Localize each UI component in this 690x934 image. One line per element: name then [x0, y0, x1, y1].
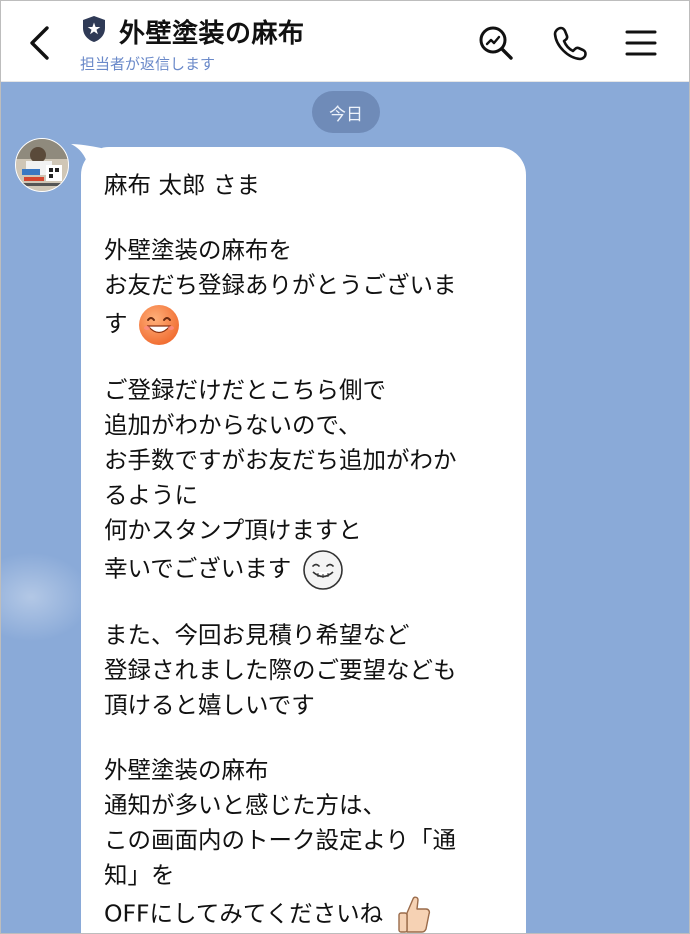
text-line-with-emoji: 幸いでございます	[104, 548, 509, 590]
menu-button[interactable]	[621, 23, 661, 63]
text-line: 追加がわからないので、	[104, 411, 362, 439]
date-separator: 今日	[312, 91, 380, 133]
text-line: 知」を	[104, 861, 175, 889]
call-button[interactable]	[550, 23, 590, 63]
chevron-left-icon	[30, 26, 49, 60]
text-line: 登録されました際のご要望なども	[104, 656, 457, 684]
search-button[interactable]	[476, 23, 516, 63]
thumbs-up-emoji	[397, 896, 430, 933]
search-icon	[479, 26, 513, 60]
message-paragraph: また、今回お見積り希望など 登録されました際のご要望なども 頂けると嬉しいです	[104, 618, 509, 723]
smiling-face-emoji	[138, 305, 179, 345]
text-line-with-emoji: OFFにしてみてくださいね	[104, 893, 509, 933]
text-fragment: す	[104, 309, 128, 338]
sender-avatar[interactable]	[15, 138, 69, 192]
back-button[interactable]	[19, 21, 59, 65]
avatar-image	[16, 139, 68, 191]
chat-header: 外壁塗装の麻布 担当者が返信します	[1, 1, 689, 82]
text-fragment: 幸いでございます	[104, 554, 292, 583]
app-window: 外壁塗装の麻布 担当者が返信します 今日 麻布 太郎 さま 外壁塗装の麻布を お…	[0, 0, 690, 934]
chat-area[interactable]: 今日 麻布 太郎 さま 外壁塗装の麻布を お友だち登録ありがとうございま す ご…	[1, 82, 689, 933]
text-line: 通知が多いと感じた方は、	[104, 791, 386, 819]
text-line: 頂けると嬉しいです	[104, 691, 315, 719]
text-line: お手数ですがお友だち追加がわか	[104, 446, 457, 474]
message-text: 麻布 太郎 さま 外壁塗装の麻布を お友だち登録ありがとうございま す ご登録だ…	[104, 168, 509, 933]
text-line: 外壁塗装の麻布を	[104, 236, 292, 264]
text-line: 外壁塗装の麻布	[104, 756, 269, 784]
phone-icon	[553, 26, 587, 61]
text-line: また、今回お見積り希望など	[104, 621, 410, 649]
background-cloud	[1, 552, 91, 642]
chat-subtitle: 担当者が返信します	[80, 55, 216, 73]
text-line: るように	[104, 481, 198, 509]
text-line: ご登録だけだとこちら側で	[104, 376, 386, 404]
chat-title: 外壁塗装の麻布	[119, 19, 305, 49]
text-line-with-emoji: す	[104, 303, 509, 345]
text-line: 何かスタンプ頂けますと	[104, 516, 362, 544]
message-paragraph: 麻布 太郎 さま	[104, 168, 509, 203]
text-line: この画面内のトーク設定より「通	[104, 826, 457, 854]
text-line: お友だち登録ありがとうございま	[104, 271, 457, 299]
grinning-face-emoji	[302, 550, 343, 590]
text-fragment: OFFにしてみてくださいね	[104, 899, 384, 928]
greeting-line: 麻布 太郎 さま	[104, 171, 260, 199]
shield-star-icon	[83, 16, 105, 42]
message-paragraph: 外壁塗装の麻布を お友だち登録ありがとうございま す	[104, 233, 509, 345]
menu-icon	[625, 30, 657, 56]
message-paragraph: ご登録だけだとこちら側で 追加がわからないので、 お手数ですがお友だち追加がわか…	[104, 373, 509, 590]
message-paragraph: 外壁塗装の麻布 通知が多いと感じた方は、 この画面内のトーク設定より「通 知」を…	[104, 753, 509, 933]
